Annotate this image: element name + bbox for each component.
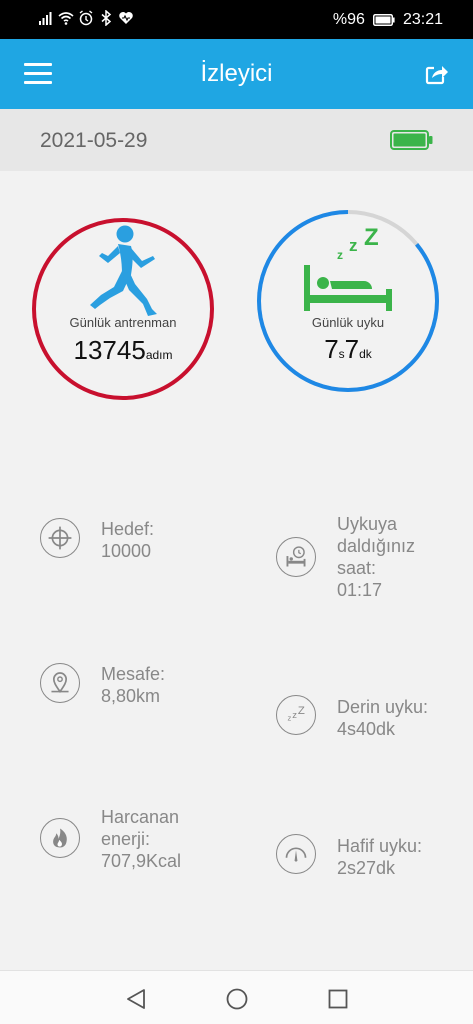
back-triangle-icon[interactable] [124,987,148,1011]
fell-asleep-label-line1: Uykuya [337,514,398,534]
page-title: İzleyici [200,60,273,87]
svg-text:z: z [349,236,358,255]
svg-text:Z: Z [298,705,305,717]
sleep-value: 7s7dk [256,334,440,365]
status-right: %96 23:21 [333,11,443,29]
deep-sleep-value: 4s40dk [337,719,396,739]
flame-icon [40,818,80,858]
distance-stat: Mesafe: 8,80km [40,663,230,713]
battery-full-icon [390,130,433,150]
svg-text:z: z [287,714,291,723]
distance-label: Mesafe: [101,664,166,684]
energy-value: 707,9Kcal [101,851,182,871]
recents-square-icon[interactable] [326,987,350,1011]
deep-sleep-stat: zzZ Derin uyku: 4s40dk [276,695,466,745]
energy-label-line2: enerji: [101,829,151,849]
energy-stat: Harcanan enerji: 707,9Kcal [40,806,230,876]
goal-text: Hedef: 10000 [101,518,154,562]
daily-activity-ring[interactable]: Günlük antrenman 13745adım [31,217,215,401]
runner-icon [90,225,157,316]
target-icon [40,518,80,558]
system-nav-bar [0,970,473,1024]
clock: 23:21 [402,11,443,28]
sleep-label: Günlük uyku [311,315,385,330]
alarm-icon [79,10,93,26]
sleep-hours: 7 [324,334,339,364]
app-bar: İzleyici [0,39,473,109]
location-pin-icon [40,663,80,703]
distance-text: Mesafe: 8,80km [101,663,165,707]
steps-count: 13745 [73,335,146,365]
goal-label: Hedef: [101,519,155,539]
bluetooth-icon [101,10,112,26]
fell-asleep-text: Uykuya daldığınız saat: 01:17 [337,513,415,601]
daily-sleep-ring[interactable]: z z Z Günlük uyku 7s7dk [256,209,440,393]
light-sleep-label: Hafif uyku: [337,836,423,856]
bed-clock-icon [276,537,316,577]
svg-text:z: z [292,710,297,721]
light-sleep-text: Hafif uyku: 2s27dk [337,835,422,879]
heart-icon [119,12,133,24]
sleep-minutes: 7 [344,334,360,364]
share-icon[interactable] [425,63,449,85]
fell-asleep-label-line2: daldığınız [337,536,416,556]
light-sleep-stat: Hafif uyku: 2s27dk [276,834,466,884]
goal-value: 10000 [101,541,152,561]
activity-value: 13745adım [31,335,215,366]
date-bar: 2021-05-29 [0,109,473,171]
goal-stat: Hedef: 10000 [40,518,230,568]
sleeping-bed-icon: z z Z [304,225,392,311]
zzz-icon: zzZ [276,695,316,735]
activity-label: Günlük antrenman [69,315,177,330]
status-battery-icon [372,14,395,26]
svg-text:z: z [337,248,343,262]
fell-asleep-value: 01:17 [337,580,383,600]
distance-value: 8,80km [101,686,161,706]
steps-unit: adım [145,348,173,362]
status-icons [38,10,134,26]
date-label[interactable]: 2021-05-29 [40,129,147,153]
svg-text:Z: Z [364,225,379,251]
energy-text: Harcanan enerji: 707,9Kcal [101,806,181,872]
sleep-minutes-unit: dk [359,347,372,361]
signal-icon [39,12,52,25]
wifi-icon [58,12,74,25]
home-circle-icon[interactable] [225,987,249,1011]
light-sleep-value: 2s27dk [337,858,396,878]
fell-asleep-label-line3: saat: [337,558,377,578]
status-bar: %96 23:21 [0,0,473,39]
battery-percent: %96 [332,11,365,28]
gauge-icon [276,834,316,874]
energy-label-line1: Harcanan [101,807,180,827]
deep-sleep-label: Derin uyku: [337,697,429,717]
fell-asleep-stat: Uykuya daldığınız saat: 01:17 [276,513,466,605]
deep-sleep-text: Derin uyku: 4s40dk [337,696,428,740]
